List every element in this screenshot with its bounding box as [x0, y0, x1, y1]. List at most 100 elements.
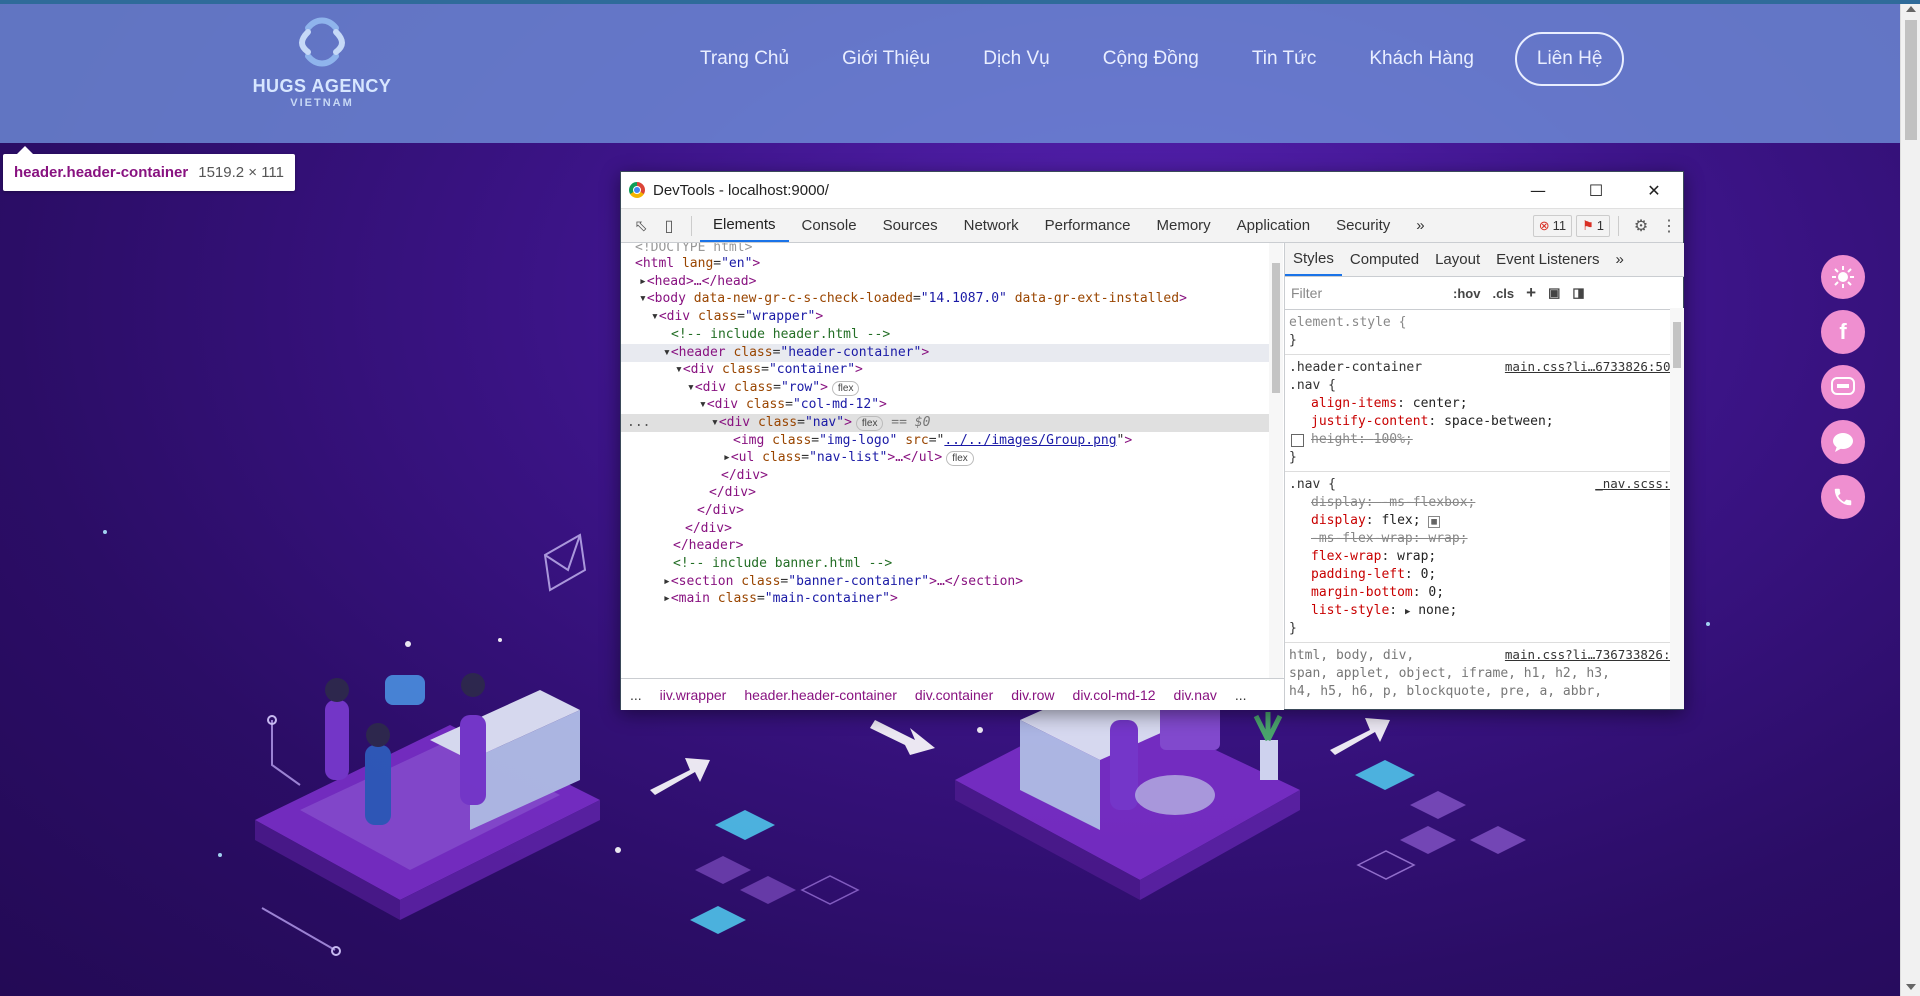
- style-prop[interactable]: justify-content: space-between;: [1289, 413, 1680, 431]
- facebook-icon[interactable]: f: [1821, 310, 1865, 354]
- toggle-sidebar-icon[interactable]: ◨: [1572, 285, 1584, 301]
- breadcrumb-nav[interactable]: div.nav: [1174, 687, 1217, 703]
- style-prop-overridden[interactable]: -ms-flex-wrap: wrap;: [1289, 530, 1680, 548]
- more-subtabs-icon[interactable]: »: [1608, 243, 1632, 276]
- hov-toggle[interactable]: :hov: [1453, 286, 1480, 301]
- cls-toggle[interactable]: .cls: [1492, 286, 1514, 301]
- rule-source-link[interactable]: main.css?li…6733826:501: [1505, 359, 1678, 374]
- breadcrumb-container[interactable]: div.container: [915, 687, 993, 703]
- add-rule-icon[interactable]: +: [1526, 283, 1536, 303]
- img-logo-node[interactable]: <img class="img-logo" src="../../images/…: [733, 432, 1132, 450]
- tab-event-listeners[interactable]: Event Listeners: [1488, 243, 1607, 276]
- inspect-element-icon[interactable]: ⬁: [627, 212, 655, 240]
- tab-security[interactable]: Security: [1323, 209, 1403, 242]
- scroll-thumb[interactable]: [1905, 20, 1917, 140]
- nav-trang-chu[interactable]: Trang Chủ: [700, 48, 789, 70]
- comment-banner-node[interactable]: <!-- include banner.html -->: [673, 555, 892, 573]
- breadcrumb-wrapper[interactable]: iiv.wrapper: [660, 687, 727, 703]
- wrapper-node[interactable]: ▾<div class="wrapper">: [651, 308, 823, 326]
- scroll-down-icon[interactable]: [1906, 984, 1916, 990]
- style-prop[interactable]: margin-bottom: 0;: [1289, 584, 1680, 602]
- nav-list-node[interactable]: ▸<ul class="nav-list">…</ul> flex: [723, 449, 974, 467]
- div-close-node[interactable]: </div>: [709, 484, 756, 502]
- tab-performance[interactable]: Performance: [1032, 209, 1144, 242]
- style-rule-header-nav[interactable]: .header-container main.css?li…6733826:50…: [1285, 355, 1684, 472]
- col-node[interactable]: ▾<div class="col-md-12">: [699, 396, 887, 414]
- comment-header-node[interactable]: <!-- include header.html -->: [671, 326, 890, 344]
- tab-application[interactable]: Application: [1224, 209, 1323, 242]
- tab-network[interactable]: Network: [951, 209, 1032, 242]
- scroll-up-icon[interactable]: [1906, 6, 1916, 12]
- more-tabs-icon[interactable]: »: [1403, 209, 1437, 242]
- row-options-icon[interactable]: ...: [627, 414, 650, 432]
- flex-badge[interactable]: flex: [946, 451, 974, 466]
- tab-layout[interactable]: Layout: [1427, 243, 1488, 276]
- elements-scrollbar[interactable]: [1269, 243, 1283, 678]
- styles-filter-input[interactable]: Filter: [1291, 285, 1441, 301]
- issue-count-badge[interactable]: ⚑ 1: [1576, 214, 1610, 237]
- tab-sources[interactable]: Sources: [870, 209, 951, 242]
- style-prop-overridden[interactable]: display: -ms-flexbox;: [1289, 494, 1680, 512]
- style-rule-nav-scss[interactable]: .nav { _nav.scss:6 display: -ms-flexbox;…: [1285, 472, 1684, 643]
- style-rule-element[interactable]: element.style { }: [1285, 310, 1684, 355]
- html-node[interactable]: <html lang="en">: [635, 255, 760, 273]
- elements-tree[interactable]: <!DOCTYPE html> <html lang="en"> ▸<head>…: [621, 243, 1284, 678]
- nav-node[interactable]: ▾<div class="nav"> flex == $0: [711, 414, 930, 432]
- style-prop[interactable]: flex-wrap: wrap;: [1289, 548, 1680, 566]
- style-rule-reset[interactable]: html, body, div, main.css?li…736733826:2…: [1285, 643, 1684, 705]
- paint-brush-icon[interactable]: ▣: [1548, 285, 1560, 301]
- style-prop[interactable]: list-style: ▶ none;: [1289, 602, 1680, 620]
- style-prop[interactable]: padding-left: 0;: [1289, 566, 1680, 584]
- device-toolbar-icon[interactable]: ▯: [655, 212, 683, 240]
- nav-tin-tuc[interactable]: Tin Tức: [1252, 48, 1316, 70]
- breadcrumb-col[interactable]: div.col-md-12: [1073, 687, 1156, 703]
- tab-console[interactable]: Console: [789, 209, 870, 242]
- tab-memory[interactable]: Memory: [1144, 209, 1224, 242]
- tab-elements[interactable]: Elements: [700, 209, 789, 242]
- breadcrumb-ellipsis-left[interactable]: ...: [630, 687, 642, 703]
- head-node[interactable]: ▸<head>…</head>: [639, 273, 756, 291]
- body-node[interactable]: ▾<body data-new-gr-c-s-check-loaded="14.…: [639, 290, 1187, 308]
- sun-icon[interactable]: [1821, 255, 1865, 299]
- style-prop[interactable]: align-items: center;: [1289, 395, 1680, 413]
- maximize-icon[interactable]: ☐: [1567, 172, 1625, 208]
- contact-button[interactable]: Liên Hệ: [1514, 32, 1625, 86]
- tab-styles[interactable]: Styles: [1285, 243, 1342, 276]
- tab-computed[interactable]: Computed: [1342, 243, 1427, 276]
- breadcrumb-header[interactable]: header.header-container: [744, 687, 897, 703]
- section-node[interactable]: ▸<section class="banner-container">…</se…: [663, 573, 1023, 591]
- site-logo[interactable]: HUGS AGENCY VIETNAM: [252, 14, 392, 109]
- style-prop-disabled[interactable]: height: 100%;: [1289, 431, 1680, 449]
- div-close-node[interactable]: </div>: [685, 520, 732, 538]
- phone-icon[interactable]: [1821, 475, 1865, 519]
- container-node[interactable]: ▾<div class="container">: [675, 361, 863, 379]
- nav-cong-dong[interactable]: Cộng Đồng: [1103, 48, 1199, 70]
- breadcrumb-row[interactable]: div.row: [1011, 687, 1054, 703]
- kebab-menu-icon[interactable]: ⋮: [1655, 212, 1683, 240]
- styles-scroll-thumb[interactable]: [1673, 322, 1681, 368]
- close-icon[interactable]: ✕: [1625, 172, 1683, 208]
- div-close-node[interactable]: </div>: [721, 467, 768, 485]
- breadcrumb-ellipsis-right[interactable]: ...: [1235, 687, 1247, 703]
- page-scrollbar[interactable]: [1900, 0, 1920, 996]
- header-node[interactable]: ▾<header class="header-container">: [663, 344, 929, 362]
- minimize-icon[interactable]: —: [1509, 172, 1567, 208]
- rule-source-link[interactable]: _nav.scss:6: [1595, 476, 1678, 491]
- flex-badge[interactable]: flex: [855, 416, 884, 431]
- styles-scrollbar[interactable]: [1670, 308, 1684, 709]
- nav-gioi-thieu[interactable]: Giới Thiệu: [842, 48, 930, 70]
- flex-badge[interactable]: flex: [831, 381, 860, 396]
- style-prop[interactable]: display: flex; ▦: [1289, 512, 1680, 530]
- img-src-link[interactable]: ../../images/Group.png: [944, 433, 1116, 448]
- settings-gear-icon[interactable]: ⚙: [1627, 212, 1655, 240]
- header-close-node[interactable]: </header>: [673, 537, 743, 555]
- rule-source-link[interactable]: main.css?li…736733826:2: [1505, 647, 1678, 662]
- devtools-titlebar[interactable]: DevTools - localhost:9000/ — ☐ ✕: [621, 172, 1683, 209]
- chat-icon[interactable]: [1821, 420, 1865, 464]
- div-close-node[interactable]: </div>: [697, 502, 744, 520]
- error-count-badge[interactable]: ⊗ 11: [1532, 214, 1573, 237]
- nav-khach-hang[interactable]: Khách Hàng: [1369, 48, 1474, 70]
- flexbox-editor-icon[interactable]: ▦: [1428, 516, 1440, 528]
- nav-dich-vu[interactable]: Dịch Vụ: [983, 48, 1050, 70]
- prop-checkbox[interactable]: [1291, 434, 1304, 447]
